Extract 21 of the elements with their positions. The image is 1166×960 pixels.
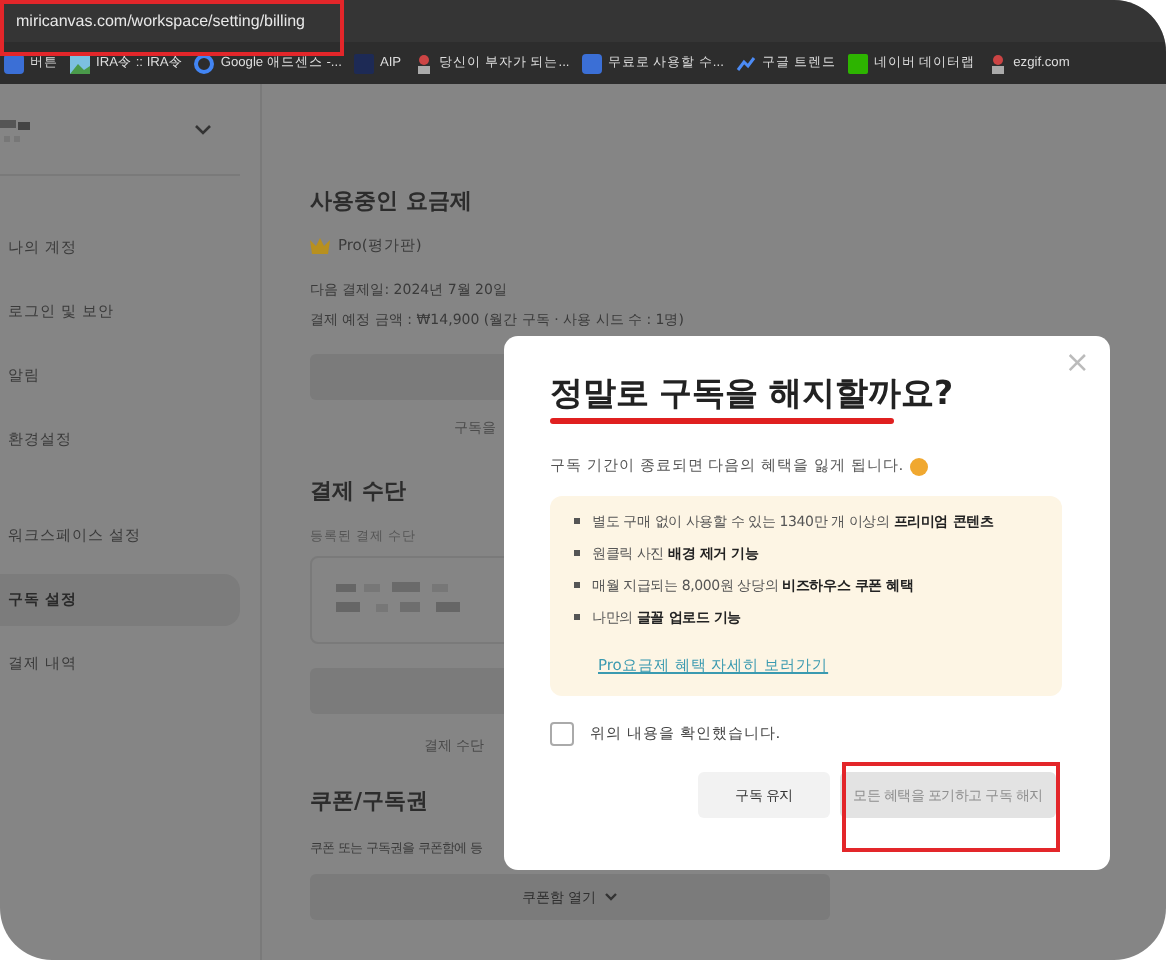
section-heading: 사용중인 요금제 xyxy=(310,186,472,216)
bullet-icon xyxy=(574,582,580,588)
bullet-icon xyxy=(574,518,580,524)
address-bar-url[interactable]: miricanvas.com/workspace/setting/billing xyxy=(16,12,305,30)
section-heading: 결제 수단 xyxy=(310,476,406,506)
bookmark-icon xyxy=(353,53,374,73)
bookmark-icon xyxy=(581,53,602,73)
bookmark-icon xyxy=(413,53,434,73)
avatar-blur xyxy=(0,116,30,142)
dialog-title: 정말로 구독을 해지할까요? xyxy=(550,372,953,416)
trend-icon xyxy=(735,53,756,73)
google-icon xyxy=(194,53,215,73)
chevron-down-icon xyxy=(604,892,619,902)
confirm-checkbox[interactable] xyxy=(550,722,574,746)
bullet-icon xyxy=(574,550,580,556)
section-heading: 쿠폰/구독권 xyxy=(310,786,429,816)
chevron-down-icon[interactable] xyxy=(194,123,212,135)
bullet-icon xyxy=(574,614,580,620)
bookmark-icon xyxy=(987,53,1008,73)
bookmark-icon xyxy=(847,53,868,73)
crown-icon xyxy=(310,238,330,254)
